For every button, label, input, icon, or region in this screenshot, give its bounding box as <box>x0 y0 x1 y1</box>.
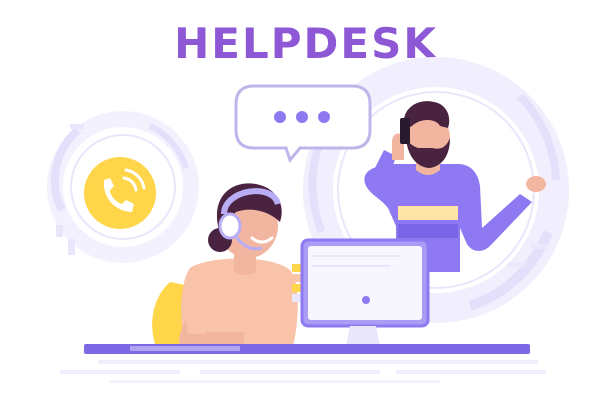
support-woman <box>152 183 298 352</box>
chat-bubble-icon <box>234 84 372 164</box>
desk <box>60 344 546 383</box>
phone-circle-fill <box>84 157 156 229</box>
phone-badge <box>47 111 199 263</box>
mobile-phone-icon <box>400 118 410 144</box>
computer-monitor-icon <box>300 238 430 346</box>
helpdesk-illustration <box>47 57 569 383</box>
